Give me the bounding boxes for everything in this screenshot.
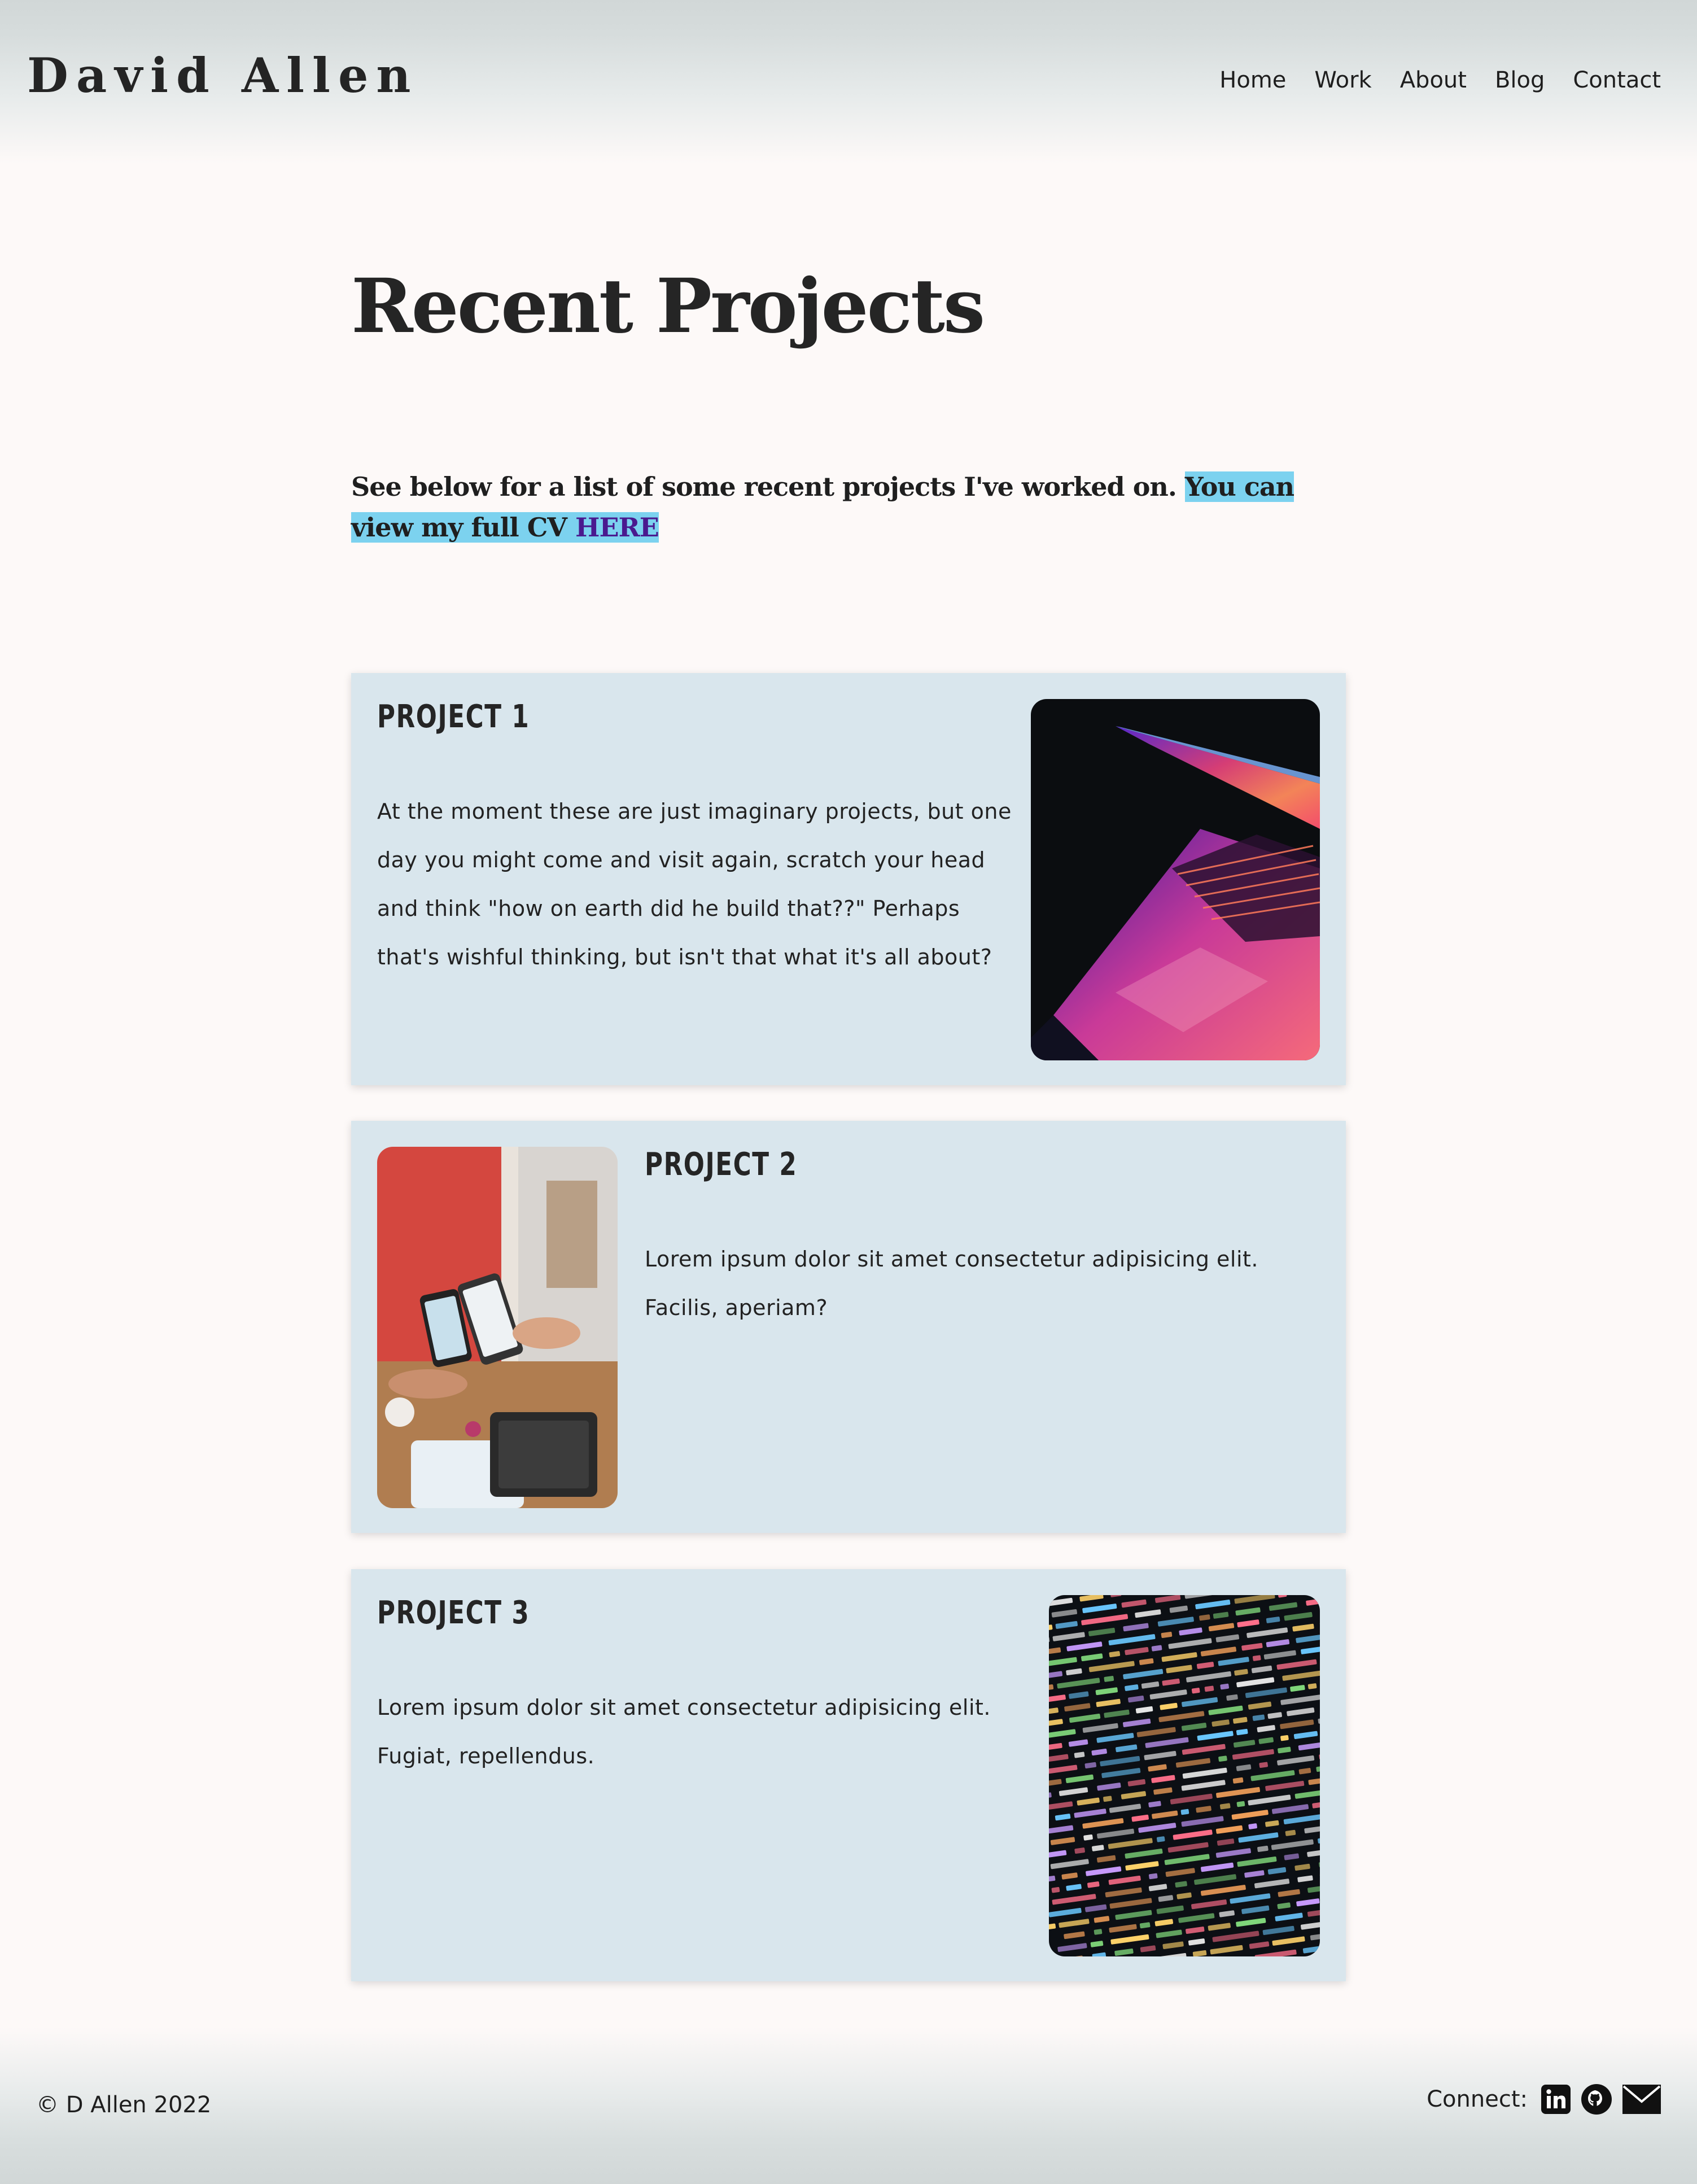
copyright-text: © D Allen 2022 (36, 2092, 212, 2118)
code-screen-photo (1049, 1595, 1320, 1956)
nav-work[interactable]: Work (1314, 69, 1371, 91)
github-icon[interactable] (1581, 2083, 1612, 2115)
connect-links: Connect: (1427, 2083, 1661, 2115)
laptop-neon-photo (1031, 699, 1320, 1060)
linkedin-icon[interactable] (1541, 2085, 1571, 2114)
nav-about[interactable]: About (1400, 69, 1467, 91)
site-footer: © D Allen 2022 Connect: (0, 2027, 1697, 2184)
main-nav: Home Work About Blog Contact (1219, 69, 1661, 91)
intro-paragraph: See below for a list of some recent proj… (351, 466, 1345, 548)
nav-blog[interactable]: Blog (1495, 69, 1545, 91)
cv-link[interactable]: HERE (575, 512, 659, 543)
nav-home[interactable]: Home (1219, 69, 1286, 91)
email-icon[interactable] (1622, 2085, 1661, 2114)
project-description: At the moment these are just imaginary p… (377, 799, 1012, 969)
connect-label: Connect: (1427, 2086, 1528, 2112)
intro-text: See below for a list of some recent proj… (351, 471, 1177, 502)
project-title: PROJECT 2 (645, 1146, 798, 1183)
project-title: PROJECT 1 (377, 698, 530, 735)
site-logo[interactable]: David Allen (27, 52, 418, 99)
project-description: Lorem ipsum dolor sit amet consectetur a… (377, 1695, 991, 1768)
project-card-3: PROJECT 3 Lorem ipsum dolor sit amet con… (351, 1569, 1346, 1981)
page-title: Recent Projects (351, 263, 985, 350)
site-header: David Allen Home Work About Blog Contact (0, 0, 1697, 164)
project-card-1: PROJECT 1 At the moment these are just i… (351, 673, 1346, 1085)
project-description: Lorem ipsum dolor sit amet consectetur a… (645, 1247, 1259, 1320)
nav-contact[interactable]: Contact (1573, 69, 1661, 91)
project-title: PROJECT 3 (377, 1595, 530, 1631)
phones-payment-photo (377, 1147, 618, 1508)
project-card-2: PROJECT 2 Lorem ipsum dolor sit amet con… (351, 1121, 1346, 1533)
